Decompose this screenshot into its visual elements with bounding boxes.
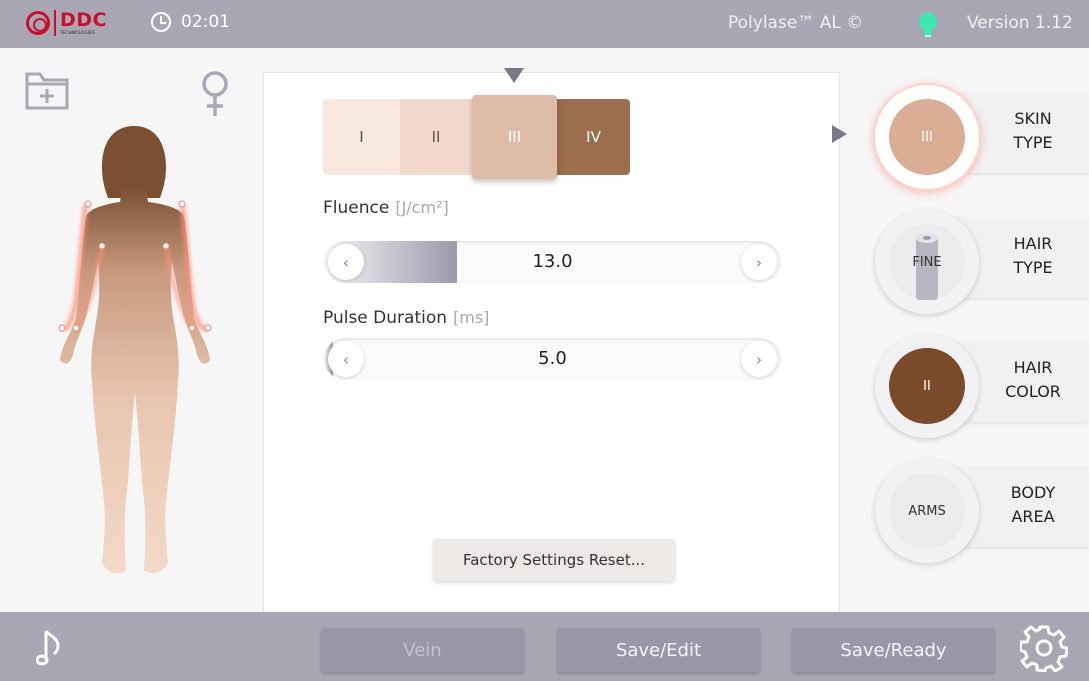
status-light-icon xyxy=(919,12,937,37)
clock-time: 02:01 xyxy=(181,12,230,32)
ddc-logo: DDC TECHNOLOGIES xyxy=(26,10,107,36)
pulse-duration-slider[interactable]: 5.0 ‹ › xyxy=(324,338,781,380)
session-clock: 02:01 xyxy=(151,12,230,32)
fluence-increase-button[interactable]: › xyxy=(741,244,777,280)
body-area-card[interactable]: BODY AREA ARMS xyxy=(875,459,1089,563)
logo-mark-icon xyxy=(26,11,50,35)
pulse-duration-value: 5.0 xyxy=(538,348,567,369)
logo-subtext: TECHNOLOGIES xyxy=(60,30,96,35)
save-ready-button[interactable]: Save/Ready xyxy=(792,628,995,672)
fluence-unit: [J/cm²] xyxy=(395,198,449,217)
product-name: Polylase™ AL © xyxy=(728,13,864,33)
fluence-value: 13.0 xyxy=(532,251,573,272)
logo-text: DDC xyxy=(60,9,107,31)
pulse-duration-increase-button[interactable]: › xyxy=(741,341,777,377)
folder-add-icon[interactable] xyxy=(24,68,70,112)
fluence-slider[interactable]: 13.0 ‹ › xyxy=(324,241,781,283)
skin-type-value: III xyxy=(889,99,965,175)
music-note-icon[interactable] xyxy=(36,628,62,668)
pulse-duration-unit: [ms] xyxy=(453,308,490,327)
hair-type-value: FINE xyxy=(912,254,942,270)
vein-button[interactable]: Vein xyxy=(321,628,524,672)
hair-type-card[interactable]: HAIR TYPE FINE xyxy=(875,210,1089,314)
skin-type-card-label: SKIN TYPE xyxy=(1013,109,1053,152)
version-label: Version 1.12 xyxy=(967,13,1073,33)
selection-pointer-icon xyxy=(504,68,524,83)
female-icon[interactable] xyxy=(198,70,232,118)
clock-icon xyxy=(151,12,171,32)
skin-type-card[interactable]: SKIN TYPE III xyxy=(875,85,1089,189)
skin-tab-iv[interactable]: IV xyxy=(557,99,630,175)
hair-color-card[interactable]: HAIR COLOR II xyxy=(875,334,1089,438)
body-area-value: ARMS xyxy=(889,473,965,549)
fluence-label: Fluence [J/cm²] xyxy=(323,198,449,218)
hair-type-card-label: HAIR TYPE xyxy=(1013,234,1053,277)
pulse-duration-label: Pulse Duration [ms] xyxy=(323,308,490,328)
skin-tab-i[interactable]: I xyxy=(323,99,400,175)
skin-type-selector: I II III IV xyxy=(323,95,630,179)
body-figure[interactable] xyxy=(52,122,217,582)
fluence-decrease-button[interactable]: ‹ xyxy=(328,244,364,280)
skin-tab-ii[interactable]: II xyxy=(400,99,472,175)
hair-color-card-label: HAIR COLOR xyxy=(1005,358,1061,401)
active-card-arrow-icon xyxy=(832,125,847,143)
factory-reset-button[interactable]: Factory Settings Reset... xyxy=(433,539,675,581)
pulse-duration-decrease-button[interactable]: ‹ xyxy=(328,341,364,377)
body-area-card-label: BODY AREA xyxy=(1010,483,1056,526)
save-edit-button[interactable]: Save/Edit xyxy=(557,628,760,672)
skin-tab-iii[interactable]: III xyxy=(472,95,557,179)
gear-icon[interactable] xyxy=(1020,624,1068,672)
hair-color-value: II xyxy=(889,348,965,424)
